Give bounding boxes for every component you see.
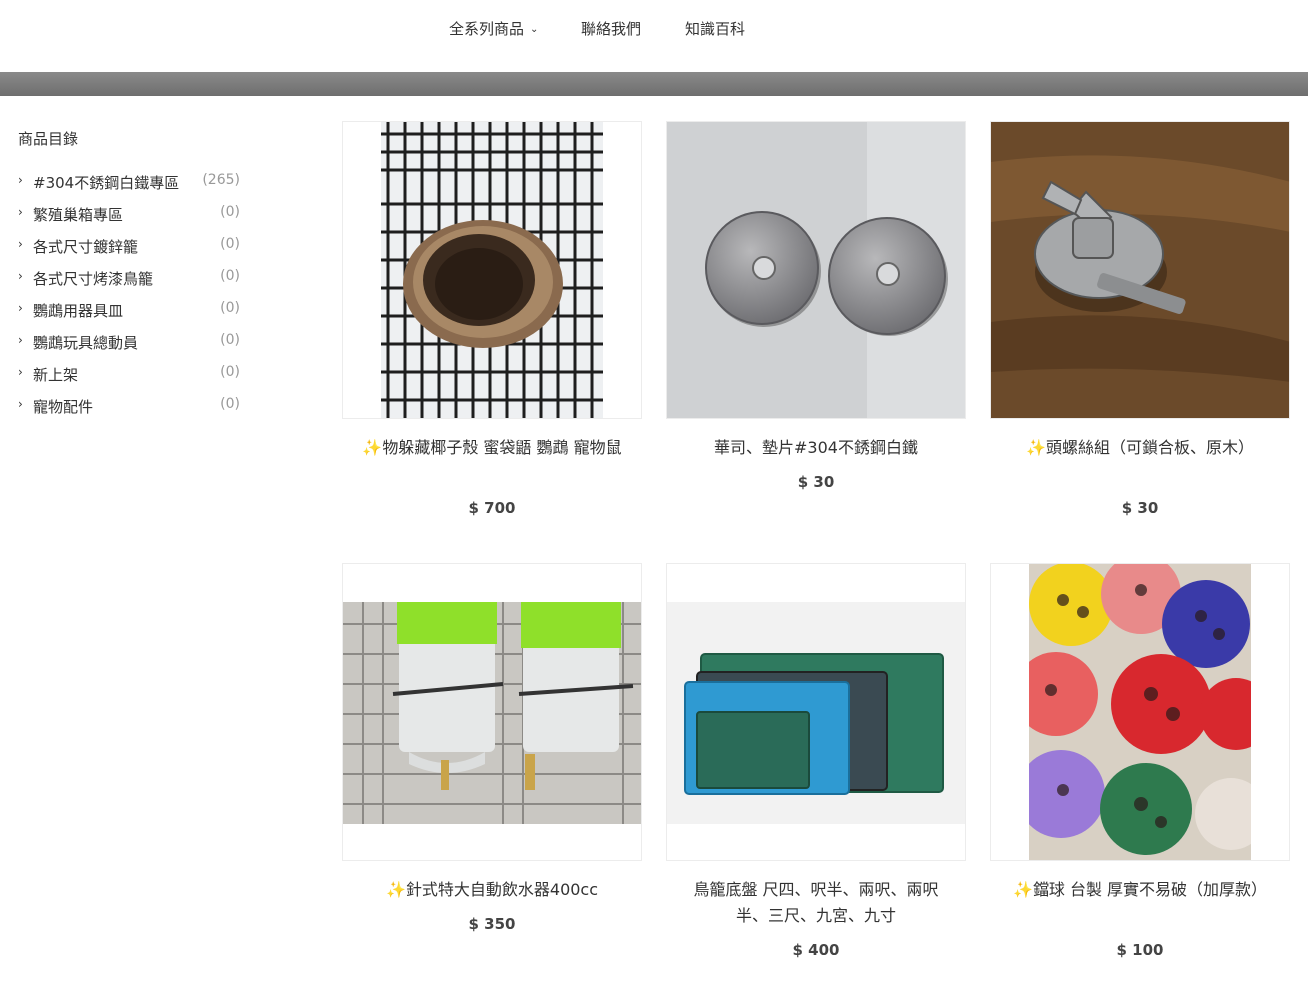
category-count: (265) — [202, 172, 240, 188]
product-name[interactable]: ✨鐺球 台製 厚實不易破（加厚款） — [1010, 877, 1270, 903]
category-count: (0) — [220, 236, 240, 252]
chevron-right-icon: › — [18, 397, 23, 411]
category-label: 鸚鵡玩具總動員 — [33, 334, 139, 352]
product-image-coconut-shell[interactable] — [342, 121, 642, 419]
chevron-down-icon: ⌄ — [530, 24, 539, 35]
chevron-right-icon: › — [18, 237, 23, 251]
category-count: (0) — [220, 332, 240, 348]
category-item-pet-accessories[interactable]: › 寵物配件 (0) — [18, 396, 248, 428]
category-label: 新上架 — [33, 366, 79, 384]
product-name[interactable]: ✨物躲藏椰子殼 蜜袋鼯 鸚鵡 寵物鼠 — [362, 435, 622, 461]
product-image-water-feeder[interactable] — [342, 563, 642, 861]
category-item-parrot-toys[interactable]: › 鸚鵡玩具總動員 (0) — [18, 332, 248, 364]
category-label: 各式尺寸烤漆鳥籠 — [33, 270, 154, 288]
product-name[interactable]: ✨頭螺絲組（可鎖合板、原木） — [1010, 435, 1270, 461]
top-navigation: 全系列商品 ⌄ 聯絡我們 知識百科 — [0, 0, 1308, 72]
category-label: 寵物配件 — [33, 398, 94, 416]
category-item-new-arrivals[interactable]: › 新上架 (0) — [18, 364, 248, 396]
category-item-painted-cage[interactable]: › 各式尺寸烤漆鳥籠 (0) — [18, 268, 248, 300]
nav-all-products[interactable]: 全系列商品 ⌄ — [449, 18, 538, 39]
product-card: ✨物躲藏椰子殼 蜜袋鼯 鸚鵡 寵物鼠 $ 700 — [342, 121, 642, 521]
category-count: (0) — [220, 364, 240, 380]
chevron-right-icon: › — [18, 301, 23, 315]
category-label: 各式尺寸鍍鋅籠 — [33, 238, 139, 256]
nav-knowledge[interactable]: 知識百科 — [685, 18, 745, 39]
category-item-nest-box[interactable]: › 繁殖巢箱專區 (0) — [18, 204, 248, 236]
product-card: 華司、墊片#304不銹鋼白鐵 $ 30 — [666, 121, 966, 521]
category-count: (0) — [220, 268, 240, 284]
product-image-bell-balls[interactable] — [990, 563, 1290, 861]
product-price: $ 30 — [797, 473, 835, 491]
product-card: ✨鐺球 台製 厚實不易破（加厚款） $ 100 — [990, 563, 1290, 963]
product-price: $ 400 — [792, 941, 840, 959]
category-label: #304不銹鋼白鐵專區 — [33, 174, 180, 192]
category-item-parrot-utensils[interactable]: › 鸚鵡用器具皿 (0) — [18, 300, 248, 332]
product-image-washers[interactable] — [666, 121, 966, 419]
sparkle-icon: ✨ — [385, 880, 406, 899]
product-price: $ 30 — [1121, 499, 1159, 517]
product-image-cage-trays[interactable] — [666, 563, 966, 861]
sparkle-icon: ✨ — [362, 438, 383, 457]
product-price: $ 350 — [468, 915, 516, 933]
category-count: (0) — [220, 300, 240, 316]
category-item-galvanized-cage[interactable]: › 各式尺寸鍍鋅籠 (0) — [18, 236, 248, 268]
chevron-right-icon: › — [18, 173, 23, 187]
sparkle-icon: ✨ — [1026, 438, 1046, 457]
sidebar-title: 商品目錄 — [18, 130, 79, 148]
category-label: 繁殖巢箱專區 — [33, 206, 124, 224]
sparkle-icon: ✨ — [1012, 880, 1033, 899]
product-card: 鳥籠底盤 尺四、呎半、兩呎、兩呎半、三尺、九宮、九寸 $ 400 — [666, 563, 966, 963]
product-card: ✨針式特大自動飲水器400cc $ 350 — [342, 563, 642, 963]
banner-strip — [0, 72, 1308, 96]
chevron-right-icon: › — [18, 333, 23, 347]
product-name[interactable]: 華司、墊片#304不銹鋼白鐵 — [686, 435, 946, 461]
nav-contact-us[interactable]: 聯絡我們 — [581, 18, 641, 39]
category-sidebar: 商品目錄 › #304不銹鋼白鐵專區 (265) › 繁殖巢箱專區 (0) › … — [18, 128, 248, 416]
chevron-right-icon: › — [18, 205, 23, 219]
category-count: (0) — [220, 396, 240, 412]
product-name[interactable]: ✨針式特大自動飲水器400cc — [362, 877, 622, 903]
product-name[interactable]: 鳥籠底盤 尺四、呎半、兩呎、兩呎半、三尺、九宮、九寸 — [686, 877, 946, 929]
category-count: (0) — [220, 204, 240, 220]
product-card: ✨頭螺絲組（可鎖合板、原木） $ 30 — [990, 121, 1290, 521]
category-label: 鸚鵡用器具皿 — [33, 302, 124, 320]
category-list: › #304不銹鋼白鐵專區 (265) › 繁殖巢箱專區 (0) › 各式尺寸鍍… — [18, 172, 248, 428]
nav-all-products-label: 全系列商品 — [449, 20, 525, 38]
product-price: $ 700 — [468, 499, 516, 517]
chevron-right-icon: › — [18, 269, 23, 283]
category-item-stainless[interactable]: › #304不銹鋼白鐵專區 (265) — [18, 172, 248, 204]
chevron-right-icon: › — [18, 365, 23, 379]
product-image-screw-set[interactable] — [990, 121, 1290, 419]
product-price: $ 100 — [1116, 941, 1164, 959]
